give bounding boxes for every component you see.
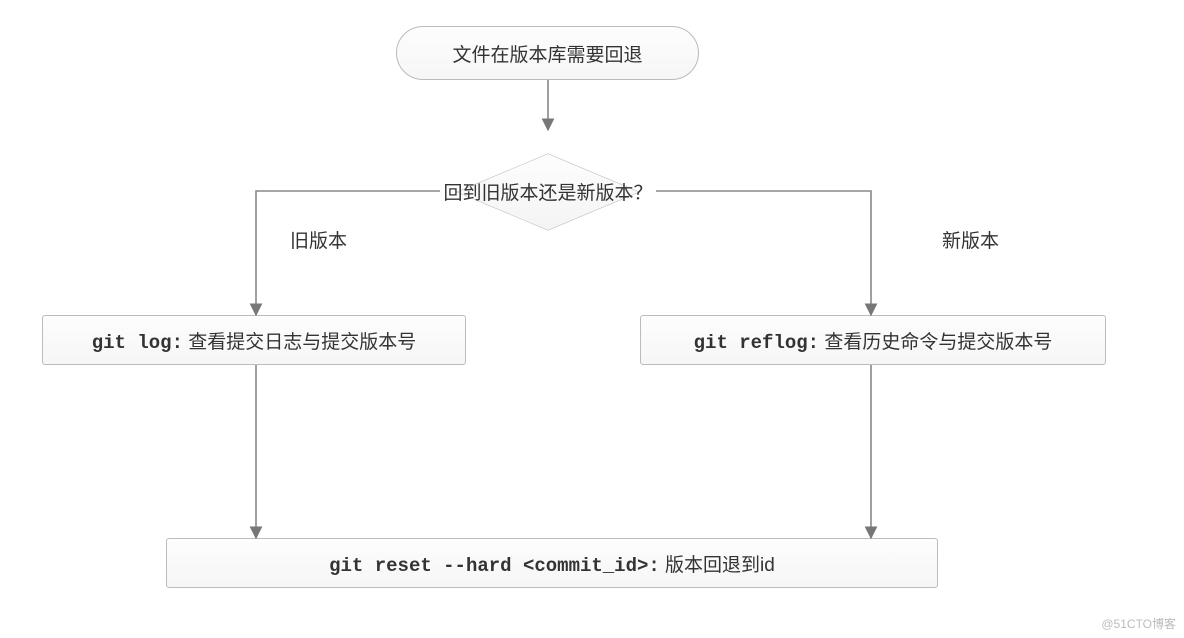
gitlog-node: git log: 查看提交日志与提交版本号 bbox=[42, 315, 466, 365]
gitreflog-text: 查看历史命令与提交版本号 bbox=[819, 332, 1052, 353]
label-new: 新版本 bbox=[942, 226, 999, 253]
label-old: 旧版本 bbox=[290, 226, 347, 253]
gitlog-content: git log: 查看提交日志与提交版本号 bbox=[92, 327, 417, 354]
gitreset-node: git reset --hard <commit_id>: 版本回退到id bbox=[166, 538, 938, 588]
watermark: @51CTO博客 bbox=[1101, 615, 1176, 632]
gitreset-content: git reset --hard <commit_id>: 版本回退到id bbox=[329, 550, 775, 577]
gitreset-code: git reset --hard <commit_id>: bbox=[329, 555, 660, 577]
gitlog-code: git log: bbox=[92, 332, 183, 354]
gitreflog-code: git reflog: bbox=[694, 332, 819, 354]
start-text: 文件在版本库需要回退 bbox=[452, 40, 642, 67]
start-node: 文件在版本库需要回退 bbox=[396, 26, 699, 80]
gitreset-text: 版本回退到id bbox=[660, 555, 775, 576]
gitreflog-node: git reflog: 查看历史命令与提交版本号 bbox=[640, 315, 1106, 365]
decision-text: 回到旧版本还是新版本？ bbox=[443, 178, 652, 205]
gitreflog-content: git reflog: 查看历史命令与提交版本号 bbox=[694, 327, 1053, 354]
gitlog-text: 查看提交日志与提交版本号 bbox=[183, 332, 416, 353]
decision-node: 回到旧版本还是新版本？ bbox=[373, 127, 723, 255]
